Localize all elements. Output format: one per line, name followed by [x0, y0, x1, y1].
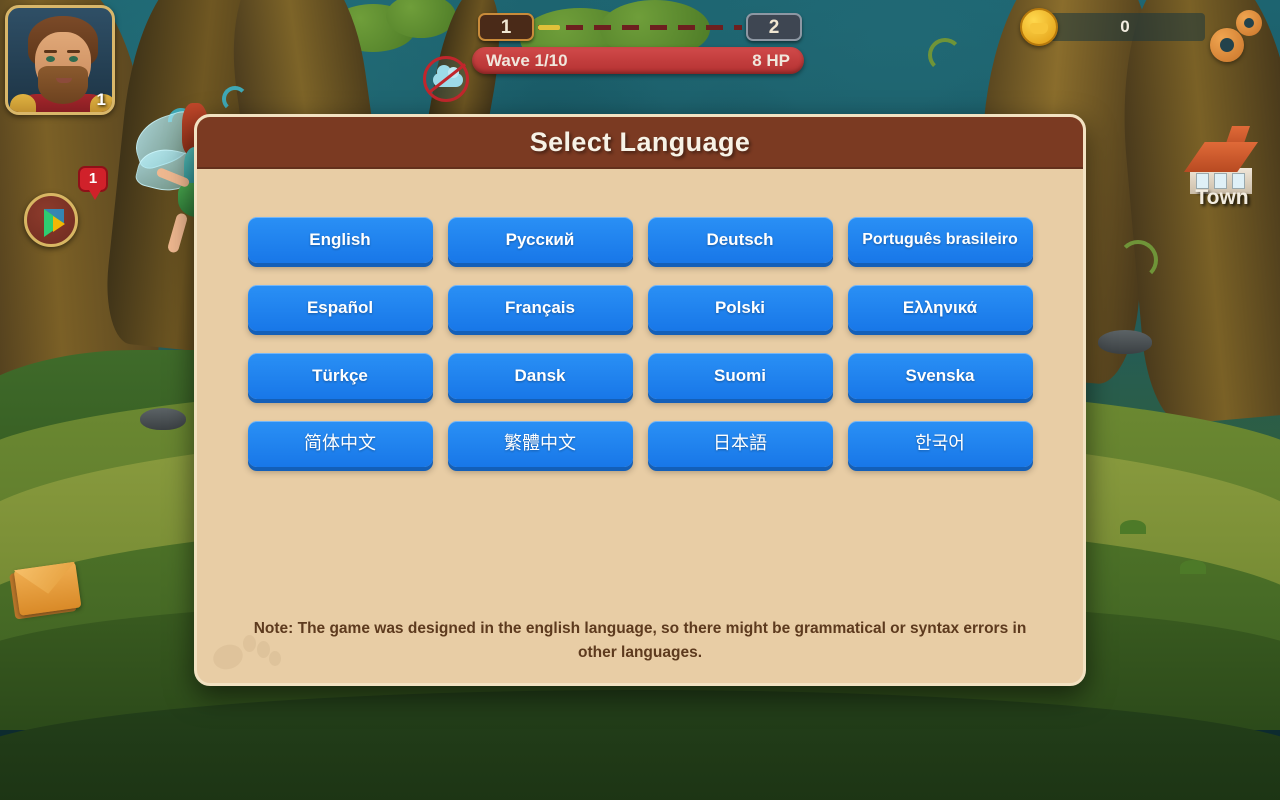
game-screen: 1 1 1 2 Wave 1/10 8 HP 0 Town Select Lan…: [0, 0, 1280, 800]
language-button-10[interactable]: Suomi: [647, 353, 833, 399]
language-button-12[interactable]: 简体中文: [247, 421, 433, 467]
language-button-0[interactable]: English: [247, 217, 433, 263]
progress-dashed-line: [538, 25, 742, 30]
dialog-title: Select Language: [529, 126, 751, 157]
google-play-button[interactable]: [24, 193, 78, 247]
gear-icon: [1210, 28, 1244, 62]
town-label: Town: [1195, 186, 1249, 209]
language-button-1[interactable]: Русский: [447, 217, 633, 263]
background-rock: [1098, 330, 1152, 354]
avatar-mouth: [56, 78, 72, 83]
play-store-icon: [53, 216, 65, 232]
mail-button[interactable]: [9, 561, 84, 623]
wave-label: Wave 1/10: [486, 50, 568, 70]
dialog-body: English Русский Deutsch Português brasileir…: [197, 169, 1083, 683]
language-button-11[interactable]: Svenska: [847, 353, 1033, 399]
language-button-9[interactable]: Dansk: [447, 353, 633, 399]
wave-progress-track: 1 2: [478, 13, 802, 41]
coin-amount: 0: [1120, 17, 1130, 36]
avatar-shoulder: [10, 94, 36, 112]
language-button-8[interactable]: Türkçe: [247, 353, 433, 399]
language-button-14[interactable]: 日本語: [647, 421, 833, 467]
background-hill: [0, 690, 1280, 800]
avatar-eye: [69, 56, 78, 62]
avatar-level-label: 1: [96, 90, 106, 109]
language-button-5[interactable]: Français: [447, 285, 633, 331]
language-button-15[interactable]: 한국어: [847, 421, 1033, 467]
vine-tendril-icon: [1118, 240, 1158, 280]
avatar-beard: [38, 66, 88, 104]
wave-node-next[interactable]: 2: [746, 13, 802, 41]
no-cloud-icon[interactable]: [423, 56, 469, 102]
town-button[interactable]: Town: [1172, 118, 1272, 210]
wave-hp-bar: Wave 1/10 8 HP: [472, 47, 804, 74]
hp-label: 8 HP: [752, 50, 790, 70]
language-note: Note: The game was designed in the engli…: [253, 619, 1027, 661]
grass-tuft: [1180, 560, 1206, 574]
vine-tendril-icon: [928, 38, 962, 72]
coin-icon: [1020, 8, 1058, 46]
notification-badge[interactable]: 1: [78, 166, 108, 200]
language-grid: English Русский Deutsch Português brasileir…: [247, 217, 1033, 467]
settings-button[interactable]: [1208, 8, 1270, 66]
grass-tuft: [1120, 520, 1146, 534]
coin-counter: 0: [1045, 13, 1205, 41]
gear-icon: [1236, 10, 1262, 36]
select-language-dialog: Select Language English Русский Deutsch Por…: [194, 114, 1086, 686]
avatar[interactable]: 1: [5, 5, 115, 115]
paw-pad: [210, 640, 246, 674]
wave-node-current[interactable]: 1: [478, 13, 534, 41]
language-button-7[interactable]: Ελληνικά: [847, 285, 1033, 331]
background-rock: [140, 408, 186, 430]
language-button-3[interactable]: Português brasileiro: [847, 217, 1033, 263]
progress-fill: [538, 25, 560, 30]
language-button-6[interactable]: Polski: [647, 285, 833, 331]
avatar-brow: [44, 50, 57, 53]
dialog-header: Select Language: [197, 117, 1083, 169]
fairy-leg: [166, 212, 189, 254]
language-button-4[interactable]: Español: [247, 285, 433, 331]
avatar-brow: [67, 50, 80, 53]
avatar-eye: [46, 56, 55, 62]
language-button-13[interactable]: 繁體中文: [447, 421, 633, 467]
language-button-2[interactable]: Deutsch: [647, 217, 833, 263]
